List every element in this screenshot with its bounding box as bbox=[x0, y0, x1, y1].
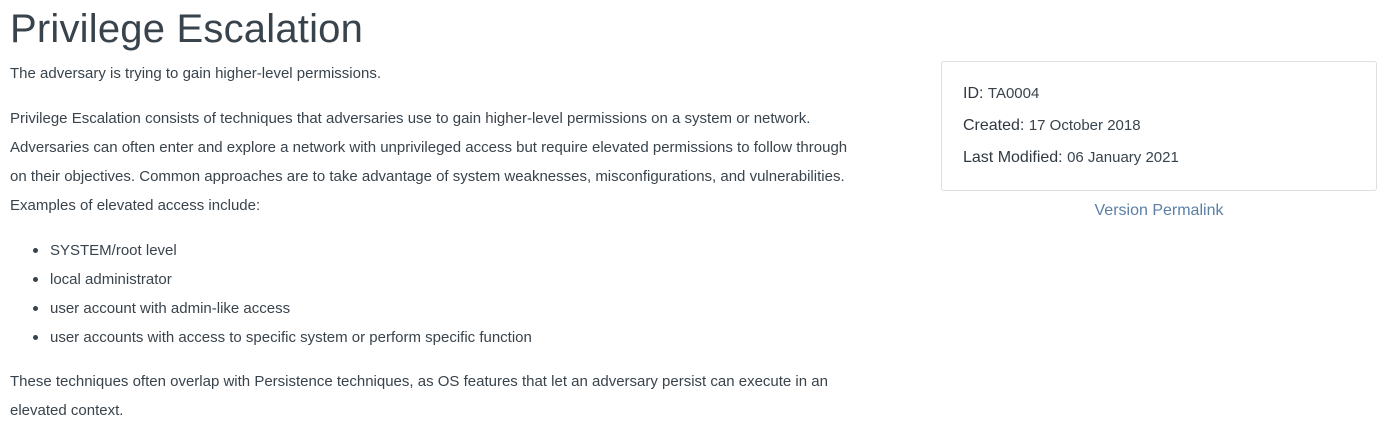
created-row: Created: 17 October 2018 bbox=[963, 116, 1141, 136]
elevated-access-list: SYSTEM/root level local administrator us… bbox=[10, 236, 532, 352]
list-item: user account with admin-like access bbox=[10, 294, 532, 323]
tactic-page: Privilege Escalation The adversary is tr… bbox=[0, 0, 1387, 423]
id-value: TA0004 bbox=[987, 85, 1040, 102]
bullet-icon bbox=[33, 306, 38, 311]
intro-line: Examples of elevated access include: bbox=[10, 197, 261, 214]
intro-line: on their objectives. Common approaches a… bbox=[10, 168, 845, 185]
list-item-text: SYSTEM/root level bbox=[50, 242, 177, 259]
last-modified-row: Last Modified: 06 January 2021 bbox=[963, 148, 1179, 168]
closing-line: elevated context. bbox=[10, 402, 124, 419]
closing-line: These techniques often overlap with Pers… bbox=[10, 373, 828, 390]
list-item-text: user account with admin-like access bbox=[50, 300, 291, 317]
list-item-text: local administrator bbox=[50, 271, 172, 288]
intro-line: Adversaries can often enter and explore … bbox=[10, 139, 848, 156]
list-item-text: user accounts with access to specific sy… bbox=[50, 329, 532, 346]
intro-line: Privilege Escalation consists of techniq… bbox=[10, 110, 811, 127]
list-item: local administrator bbox=[10, 265, 532, 294]
intro-paragraph: Privilege Escalation consists of techniq… bbox=[10, 104, 915, 220]
bullet-icon bbox=[33, 277, 38, 282]
page-title: Privilege Escalation bbox=[10, 7, 364, 51]
list-item: user accounts with access to specific sy… bbox=[10, 323, 532, 352]
id-row: ID: TA0004 bbox=[963, 84, 1039, 104]
created-label: Created: bbox=[963, 117, 1029, 134]
closing-paragraph: These techniques often overlap with Pers… bbox=[10, 367, 828, 425]
version-permalink-link[interactable]: Version Permalink bbox=[941, 201, 1377, 221]
last-modified-label: Last Modified: bbox=[963, 149, 1068, 166]
bullet-icon bbox=[33, 335, 38, 340]
bullet-icon bbox=[33, 248, 38, 253]
metadata-card: ID: TA0004 Created: 17 October 2018 Last… bbox=[941, 61, 1377, 191]
id-label: ID: bbox=[963, 85, 988, 102]
list-item: SYSTEM/root level bbox=[10, 236, 532, 265]
tactic-metadata: ID: TA0004 Created: 17 October 2018 Last… bbox=[941, 61, 1377, 219]
last-modified-value: 06 January 2021 bbox=[1067, 149, 1179, 166]
created-value: 17 October 2018 bbox=[1028, 117, 1141, 134]
tactic-tagline: The adversary is trying to gain higher-l… bbox=[10, 65, 381, 82]
